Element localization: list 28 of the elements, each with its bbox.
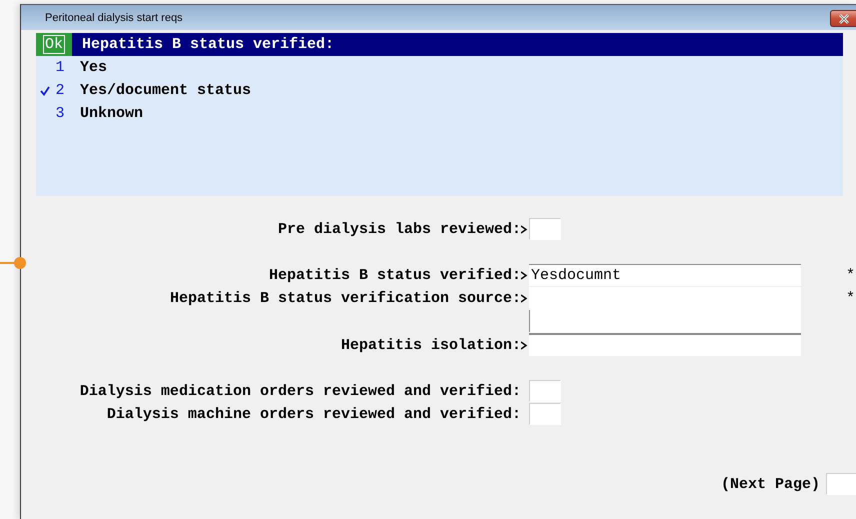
close-button[interactable] — [830, 10, 856, 27]
field-label: Dialysis machine orders reviewed and verified: — [106, 405, 521, 425]
required-marker: * — [845, 266, 856, 286]
input-field[interactable] — [529, 334, 801, 356]
option-number[interactable]: 2 — [54, 82, 66, 99]
connector-icon — [0, 257, 26, 269]
input-field[interactable] — [529, 218, 561, 240]
input-field[interactable]: Yesdocumnt — [529, 264, 801, 286]
option-number[interactable]: 1 — [54, 59, 66, 76]
field-label: Hepatitis B status verification source: — [168, 289, 521, 309]
next-page-label: (Next Page) — [720, 476, 820, 492]
field-label: Hepatitis B status verified: — [268, 266, 521, 286]
option-label[interactable]: Unknown — [80, 105, 144, 122]
close-icon — [838, 14, 849, 24]
option-label[interactable]: Yes/document status — [80, 82, 252, 99]
option-number[interactable]: 3 — [54, 105, 66, 122]
option-label[interactable]: Yes — [80, 59, 108, 76]
input-field[interactable] — [529, 380, 561, 402]
ok-button[interactable]: Ok — [36, 33, 72, 56]
input-field[interactable] — [826, 473, 856, 495]
input-field[interactable] — [529, 287, 801, 334]
field-label: Hepatitis isolation: — [340, 336, 521, 356]
window-title: Peritoneal dialysis start reqs — [45, 12, 183, 24]
prompt-text: Hepatitis B status verified: — [82, 36, 334, 53]
field-label: Dialysis medication orders reviewed and verified: — [78, 382, 521, 402]
field-label: Pre dialysis labs reviewed: — [276, 220, 521, 240]
input-field[interactable] — [529, 403, 561, 425]
required-marker: * — [845, 289, 856, 309]
